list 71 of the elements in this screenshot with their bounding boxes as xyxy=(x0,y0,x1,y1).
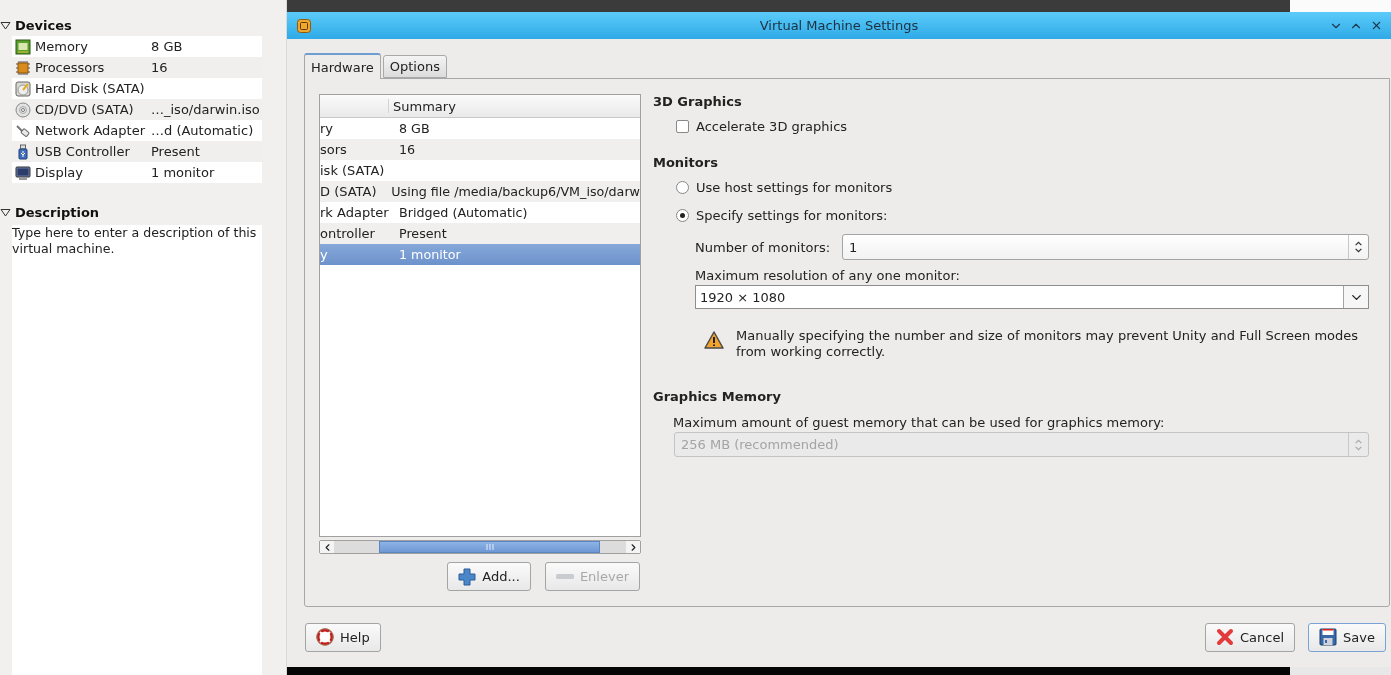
section-heading: 3D Graphics xyxy=(653,94,743,109)
memory-chip-icon xyxy=(15,38,31,55)
field-label: Maximum resolution of any one monitor: xyxy=(695,268,961,283)
device-name: Hard Disk (SATA) xyxy=(35,81,146,96)
device-summary: 8 GB xyxy=(151,39,183,54)
accelerate-checkbox[interactable]: Accelerate 3D graphics xyxy=(676,118,1369,134)
scroll-right-icon[interactable] xyxy=(626,541,640,553)
device-name: CD/DVD (SATA) xyxy=(35,102,135,117)
app-icon xyxy=(297,18,311,33)
window-title: Virtual Machine Settings xyxy=(758,18,920,33)
table-cell-text: isk (SATA) xyxy=(320,163,386,178)
table-cell-text: sors xyxy=(320,142,348,157)
plus-icon xyxy=(458,567,477,586)
monitor-count-spinner[interactable]: 1 xyxy=(842,234,1369,260)
field-label: Number of monitors: xyxy=(695,239,831,255)
table-cell-text: Bridged (Automatic) xyxy=(398,205,529,220)
tab[interactable]: Options xyxy=(382,55,447,78)
device-name: Display xyxy=(35,165,84,180)
radio-button[interactable] xyxy=(676,180,689,194)
table-cell-text: D (SATA) xyxy=(320,184,378,199)
section-heading: Devices xyxy=(15,17,72,33)
radio-button[interactable] xyxy=(676,208,689,222)
processor-chip-icon xyxy=(15,59,31,76)
expander-icon[interactable] xyxy=(0,207,11,217)
device-name: USB Controller xyxy=(35,144,131,159)
warning-text: Manually specifying the number and size of monitors may prevent Unity and Full Screen modes from working correctly. xyxy=(736,328,1360,360)
warning-icon xyxy=(704,331,724,349)
table-row[interactable]: sors 16 xyxy=(320,139,640,160)
add-button[interactable]: Add... xyxy=(447,562,531,591)
table-cell-text: ry xyxy=(320,121,335,136)
cancel-button[interactable]: Cancel xyxy=(1205,622,1296,652)
table-cell-text: Using file /media/backup6/VM_iso/darw xyxy=(390,184,640,199)
table-cell-text: Present xyxy=(398,226,448,241)
table-cell-text: rk Adapter xyxy=(320,205,390,220)
table-cell-text: ontroller xyxy=(320,226,376,241)
table-cell-text: 16 xyxy=(398,142,417,157)
description-field[interactable]: Type here to enter a description of this virtual machine. xyxy=(12,225,262,675)
section-heading: Monitors xyxy=(653,155,719,170)
device-summary: 1 monitor xyxy=(151,165,215,180)
table-row[interactable]: ontroller Present xyxy=(320,223,640,244)
table-row[interactable]: D (SATA) Using file /media/backup6/VM_iso/darw xyxy=(320,181,640,202)
table-cell-text: y xyxy=(320,247,329,262)
field-label: Maximum amount of guest memory that can be used for graphics memory: xyxy=(673,415,1166,430)
tab[interactable]: Hardware xyxy=(304,53,381,79)
table-cell-text: 1 monitor xyxy=(398,247,462,262)
radio-option[interactable]: Specify settings for monitors: xyxy=(676,207,1369,223)
expander-icon[interactable] xyxy=(0,20,11,30)
radio-option[interactable]: Use host settings for monitors xyxy=(676,179,1369,195)
scroll-left-icon[interactable] xyxy=(320,541,334,553)
device-name: Network Adapter xyxy=(35,123,146,138)
device-name: Processors xyxy=(35,60,106,75)
network-plug-icon xyxy=(15,122,31,139)
monitor-icon xyxy=(15,164,31,181)
scroll-thumb[interactable] xyxy=(379,541,600,553)
cross-icon xyxy=(1216,628,1235,646)
horizontal-scrollbar[interactable] xyxy=(319,540,641,554)
device-summary: …d (Automatic) xyxy=(151,123,254,138)
lifebuoy-icon xyxy=(316,628,334,646)
section-heading: Graphics Memory xyxy=(653,389,782,404)
checkbox[interactable] xyxy=(676,119,689,133)
table-cell-text: 8 GB xyxy=(398,121,431,136)
minus-icon xyxy=(555,574,574,579)
device-summary: …_iso/darwin.iso xyxy=(151,102,260,117)
device-name: Memory xyxy=(35,39,89,54)
save-button[interactable]: Save xyxy=(1308,622,1386,652)
usb-stick-icon xyxy=(15,143,31,160)
device-summary: Present xyxy=(151,144,200,159)
help-button[interactable]: Help xyxy=(305,622,381,652)
section-heading: Description xyxy=(15,204,100,220)
resolution-dropdown[interactable]: 1920 × 1080 xyxy=(695,285,1369,309)
device-summary: 16 xyxy=(151,60,168,75)
